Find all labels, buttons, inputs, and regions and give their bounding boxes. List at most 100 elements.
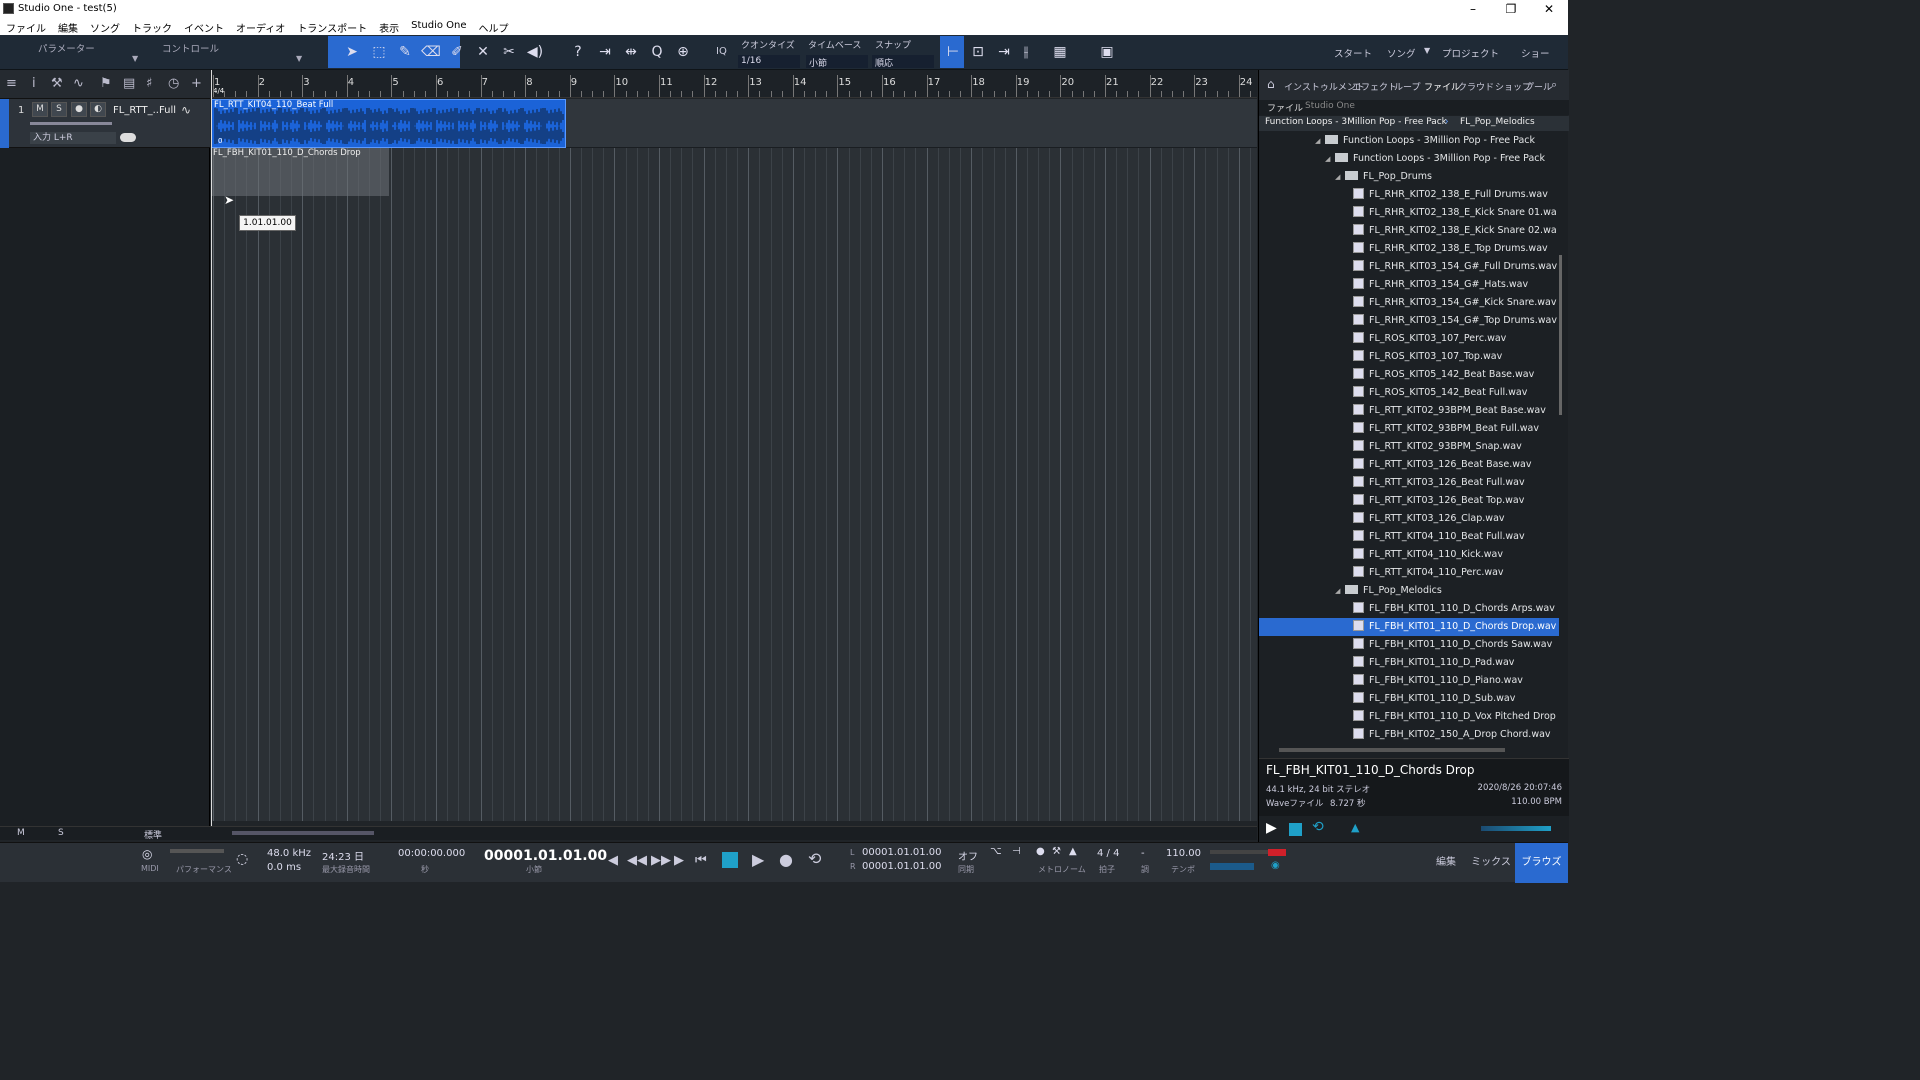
mute-button[interactable]: M [32, 102, 48, 117]
autoscroll-icon[interactable]: ⇥ [595, 42, 615, 62]
chevron-down-icon[interactable]: ▼ [1424, 46, 1430, 55]
eraser-tool-icon[interactable]: ⌫ [421, 42, 441, 62]
tab-loops[interactable]: ループ [1394, 80, 1420, 93]
file-item[interactable]: FL_RHR_KIT03_154_G#_Full Drums.wav [1353, 258, 1559, 276]
snap-cursor-icon[interactable]: ⇥ [994, 42, 1014, 62]
file-item[interactable]: FL_RHR_KIT02_138_E_Full Drums.wav [1353, 186, 1559, 204]
sync-toggle[interactable]: オフ [958, 848, 978, 863]
expand-triangle-icon[interactable]: ◢ [1315, 132, 1325, 150]
menu-file[interactable]: ファイル [0, 18, 52, 35]
preroll-icon[interactable]: ⊣ [1012, 846, 1021, 857]
search-icon[interactable]: ⌕ [1551, 78, 1557, 92]
volume-fader[interactable] [30, 122, 112, 125]
home-icon[interactable]: ⌂ [1267, 77, 1275, 91]
file-item[interactable]: FL_RHR_KIT02_138_E_Top Drums.wav [1353, 240, 1559, 258]
grid-view-icon[interactable]: ▦ [1050, 42, 1070, 62]
edit-page-button[interactable]: 編集 [1425, 843, 1467, 883]
track-name[interactable]: FL_RTT_..Full [113, 105, 176, 116]
master-toggle[interactable]: ◉ [1271, 860, 1280, 871]
quantize-select[interactable]: 1/16 [738, 55, 800, 68]
project-page-button[interactable]: プロジェクト [1442, 46, 1499, 60]
horizontal-scrollbar[interactable] [232, 831, 374, 835]
menu-track[interactable]: トラック [126, 18, 178, 35]
timebase-select[interactable]: 小節 [806, 55, 868, 69]
folder-item[interactable]: ◢ Function Loops - 3Million Pop - Free Pa… [1325, 150, 1559, 168]
folder-item[interactable]: ◢ FL_Pop_Melodics [1335, 582, 1559, 600]
record-button[interactable]: ● [779, 850, 793, 869]
tab-files[interactable]: ファイル [1424, 80, 1460, 93]
clip-indicator[interactable] [1268, 849, 1286, 856]
vertical-scrollbar[interactable] [1559, 255, 1562, 415]
snap-events-icon[interactable]: ⊡ [968, 42, 988, 62]
menu-song[interactable]: ソング [84, 18, 126, 35]
tab-controls[interactable]: コントロール [162, 41, 219, 55]
tempo[interactable]: 110.00 [1166, 848, 1201, 859]
solo-all-button[interactable]: S [58, 828, 64, 838]
key[interactable]: - [1141, 848, 1145, 859]
wrench-icon[interactable]: ⚒ [51, 76, 63, 91]
paint-tool-icon[interactable]: ✐ [447, 42, 467, 62]
play-button[interactable]: ▶ [752, 850, 764, 869]
tab-effects[interactable]: エフェクト [1352, 80, 1397, 93]
time-signature[interactable]: 4 / 4 [1097, 848, 1119, 859]
loop-end[interactable]: 00001.01.01.00 [862, 861, 942, 872]
file-item[interactable]: FL_RHR_KIT02_138_E_Kick Snare 01.wa [1353, 204, 1559, 222]
snap-select[interactable]: 順応 [872, 55, 934, 69]
breadcrumb-item[interactable]: Function Loops - 3Million Pop - Free Pac… [1265, 117, 1447, 127]
chevron-down-icon[interactable]: ▼ [132, 54, 138, 63]
show-page-button[interactable]: ショー [1521, 46, 1550, 60]
file-item[interactable]: FL_RTT_KIT02_93BPM_Snap.wav [1353, 438, 1559, 456]
file-item[interactable]: FL_ROS_KIT03_107_Top.wav [1353, 348, 1559, 366]
file-item[interactable]: FL_RHR_KIT02_138_E_Kick Snare 02.wa [1353, 222, 1559, 240]
file-item[interactable]: FL_FBH_KIT01_110_D_Chords Arps.wav [1353, 600, 1559, 618]
metronome-sync-icon[interactable]: ▲ [1351, 821, 1359, 834]
loop-end-icon[interactable]: ▶ [674, 853, 684, 868]
click-icon[interactable]: ● [1036, 846, 1045, 857]
menu-audio[interactable]: オーディオ [230, 18, 291, 35]
start-page-button[interactable]: スタート [1334, 46, 1372, 60]
file-item[interactable]: FL_RTT_KIT04_110_Beat Full.wav [1353, 528, 1559, 546]
play-preview-icon[interactable]: ▶ [1266, 820, 1277, 836]
file-item[interactable]: FL_RHR_KIT03_154_G#_Kick Snare.wav [1353, 294, 1559, 312]
listen-tool-icon[interactable]: ◀) [525, 42, 545, 62]
zoom-icon[interactable]: Q [647, 42, 667, 62]
time-seconds[interactable]: 00:00:00.000 [398, 848, 465, 859]
file-item[interactable]: FL_ROS_KIT05_142_Beat Full.wav [1353, 384, 1559, 402]
metronome-icon[interactable]: ▲ [1069, 846, 1077, 857]
split-point-icon[interactable]: ⫲ [1016, 42, 1036, 62]
minimize-button[interactable]: – [1454, 0, 1492, 18]
tab-cloud[interactable]: クラウド [1458, 80, 1494, 93]
file-item[interactable]: FL_ROS_KIT03_107_Perc.wav [1353, 330, 1559, 348]
chord-icon[interactable]: ♯ [146, 76, 152, 91]
file-item[interactable]: FL_FBH_KIT01_110_D_Chords Saw.wav [1353, 636, 1559, 654]
file-item[interactable]: FL_RTT_KIT03_126_Beat Full.wav [1353, 474, 1559, 492]
tab-pool[interactable]: プール [1525, 80, 1552, 93]
file-item[interactable]: FL_RTT_KIT03_126_Beat Base.wav [1353, 456, 1559, 474]
marker-icon[interactable]: ⚑ [100, 76, 112, 91]
menu-help[interactable]: ヘルプ [473, 18, 515, 35]
expand-triangle-icon[interactable]: ◢ [1325, 150, 1335, 168]
automation-icon[interactable]: ∿ [73, 76, 84, 91]
song-page-button[interactable]: ソング [1387, 46, 1416, 60]
timestretch-icon[interactable]: ⊕ [673, 42, 693, 62]
loop-start-icon[interactable]: ◀ [608, 853, 618, 868]
preview-volume-slider[interactable] [1481, 826, 1551, 831]
timeline-ruler[interactable]: 4/4 1 2 3 4 5 6 7 8 9 10 11 12 13 14 15 16 17 18 19 20 21 22 2… [211, 70, 1274, 98]
metronome-settings-icon[interactable]: ⚒ [1052, 846, 1061, 857]
monitor-button[interactable]: ◐ [90, 102, 106, 117]
loop-toggle-icon[interactable]: ⟲ [808, 849, 821, 868]
arranger-icon[interactable]: ▤ [123, 76, 135, 91]
file-item[interactable]: FL_FBH_KIT01_110_D_Vox Pitched Drop [1353, 708, 1559, 726]
menu-event[interactable]: イベント [178, 18, 230, 35]
input-toggle[interactable] [120, 133, 136, 142]
mute-tool-icon[interactable]: ✕ [473, 42, 493, 62]
pencil-tool-icon[interactable]: ✎ [395, 42, 415, 62]
expand-triangle-icon[interactable]: ◢ [1335, 582, 1345, 600]
folder-item[interactable]: ◢ FL_Pop_Drums [1335, 168, 1559, 186]
subtab-files[interactable]: ファイル [1267, 101, 1303, 114]
file-item[interactable]: FL_FBH_KIT01_110_D_Sub.wav [1353, 690, 1559, 708]
menu-studio-one[interactable]: Studio One [405, 18, 472, 35]
file-item[interactable]: FL_RTT_KIT03_126_Beat Top.wav [1353, 492, 1559, 510]
input-select[interactable]: 入力 L+R [30, 132, 116, 144]
file-item[interactable]: FL_RHR_KIT03_154_G#_Top Drums.wav [1353, 312, 1559, 330]
